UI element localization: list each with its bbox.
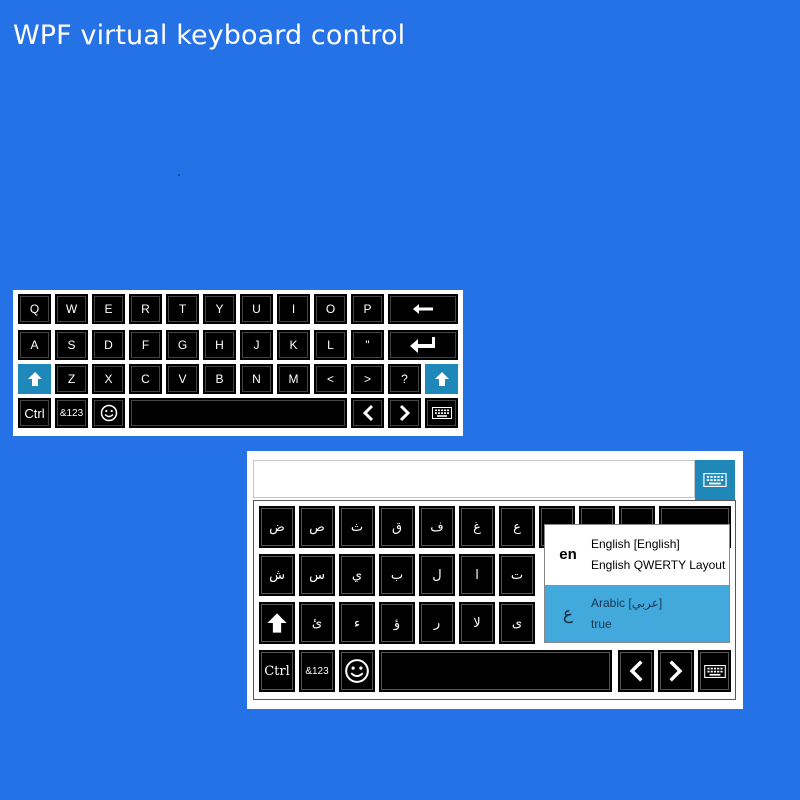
ctrl-key[interactable]: Ctrl [259,650,295,692]
language-layout: true [591,616,612,631]
key-ghain[interactable]: غ [459,506,495,548]
chevron-right-icon [669,660,683,682]
arabic-keyboard: ض ص ث ق ف غ ع ش س ي ب ل ا ت ئ ء ؤ ر لا ى… [247,451,743,709]
key-v[interactable]: V [166,364,199,394]
key-x[interactable]: X [92,364,125,394]
key-d[interactable]: D [92,330,125,360]
shift-right-key[interactable] [425,364,458,394]
key-s[interactable]: S [55,330,88,360]
language-name: Arabic [عربي] [591,595,663,610]
key-ra[interactable]: ر [419,602,455,644]
smiley-icon [345,659,369,683]
key-l[interactable]: L [314,330,347,360]
key-w[interactable]: W [55,294,88,324]
smiley-icon [100,404,117,422]
key-m[interactable]: M [277,364,310,394]
key-p[interactable]: P [351,294,384,324]
ctrl-key[interactable]: Ctrl [18,398,51,428]
english-keyboard: Q W E R T Y U I O P A S D F G H J K L " … [13,290,463,436]
key-g[interactable]: G [166,330,199,360]
key-ta[interactable]: ت [499,554,535,596]
key-r[interactable]: R [129,294,162,324]
shift-up-icon [267,613,287,633]
key-c[interactable]: C [129,364,162,394]
language-item-arabic[interactable]: ع Arabic [عربي] true [545,585,729,642]
key-lam[interactable]: ل [419,554,455,596]
key-a[interactable]: A [18,330,51,360]
key-e[interactable]: E [92,294,125,324]
page-title: WPF virtual keyboard control [13,20,406,51]
key-greater-than[interactable]: > [351,364,384,394]
stray-dot [178,174,180,176]
chevron-left-icon [629,660,643,682]
key-o[interactable]: O [314,294,347,324]
symbols-key[interactable]: &123 [299,650,335,692]
key-seen[interactable]: س [299,554,335,596]
key-fa[interactable]: ف [419,506,455,548]
enter-key[interactable] [388,330,458,360]
space-key[interactable] [379,650,612,692]
enter-icon [410,337,435,353]
keyboard-icon [703,664,726,678]
keyboard-key[interactable] [425,398,458,428]
key-y[interactable]: Y [203,294,236,324]
key-question[interactable]: ? [388,364,421,394]
key-lam-alef[interactable]: لا [459,602,495,644]
shift-key[interactable] [259,602,295,644]
language-popup: en English [English] English QWERTY Layo… [544,524,730,643]
key-sheen[interactable]: ش [259,554,295,596]
language-code: ع [562,603,574,623]
key-f[interactable]: F [129,330,162,360]
shift-up-icon [27,372,42,386]
key-k[interactable]: K [277,330,310,360]
key-quote[interactable]: " [351,330,384,360]
keyboard-toggle-button[interactable] [695,460,735,500]
chevron-right-icon [399,404,410,422]
key-t[interactable]: T [166,294,199,324]
text-input[interactable] [253,460,695,498]
emoji-key[interactable] [339,650,375,692]
key-b[interactable]: B [203,364,236,394]
key-ya[interactable]: ي [339,554,375,596]
language-name: English [English] [591,536,680,551]
key-q[interactable]: Q [18,294,51,324]
chevron-left-icon [362,404,373,422]
key-h[interactable]: H [203,330,236,360]
key-tha[interactable]: ث [339,506,375,548]
left-arrow-icon [413,304,433,314]
key-ain[interactable]: ع [499,506,535,548]
key-dad[interactable]: ض [259,506,295,548]
language-layout: English QWERTY Layout [591,557,726,572]
key-alef-maqsura[interactable]: ى [499,602,535,644]
keyboard-icon [431,407,452,419]
key-n[interactable]: N [240,364,273,394]
prev-key[interactable] [351,398,384,428]
key-i[interactable]: I [277,294,310,324]
key-qaf[interactable]: ق [379,506,415,548]
keyboard-icon [703,473,727,487]
key-waw-hamza[interactable]: ؤ [379,602,415,644]
language-code: en [559,546,577,563]
key-less-than[interactable]: < [314,364,347,394]
keyboard-key[interactable] [698,650,731,692]
symbols-key[interactable]: &123 [55,398,88,428]
shift-up-icon [434,372,449,386]
key-j[interactable]: J [240,330,273,360]
next-key[interactable] [388,398,421,428]
language-item-english[interactable]: en English [English] English QWERTY Layo… [545,525,729,584]
prev-key[interactable] [618,650,654,692]
key-ba[interactable]: ب [379,554,415,596]
emoji-key[interactable] [92,398,125,428]
backspace-key[interactable] [388,294,458,324]
key-sad[interactable]: ص [299,506,335,548]
key-z[interactable]: Z [55,364,88,394]
key-hamza[interactable]: ء [339,602,375,644]
key-u[interactable]: U [240,294,273,324]
next-key[interactable] [658,650,694,692]
shift-left-key[interactable] [18,364,51,394]
space-key[interactable] [129,398,347,428]
key-alef[interactable]: ا [459,554,495,596]
key-ya-hamza[interactable]: ئ [299,602,335,644]
